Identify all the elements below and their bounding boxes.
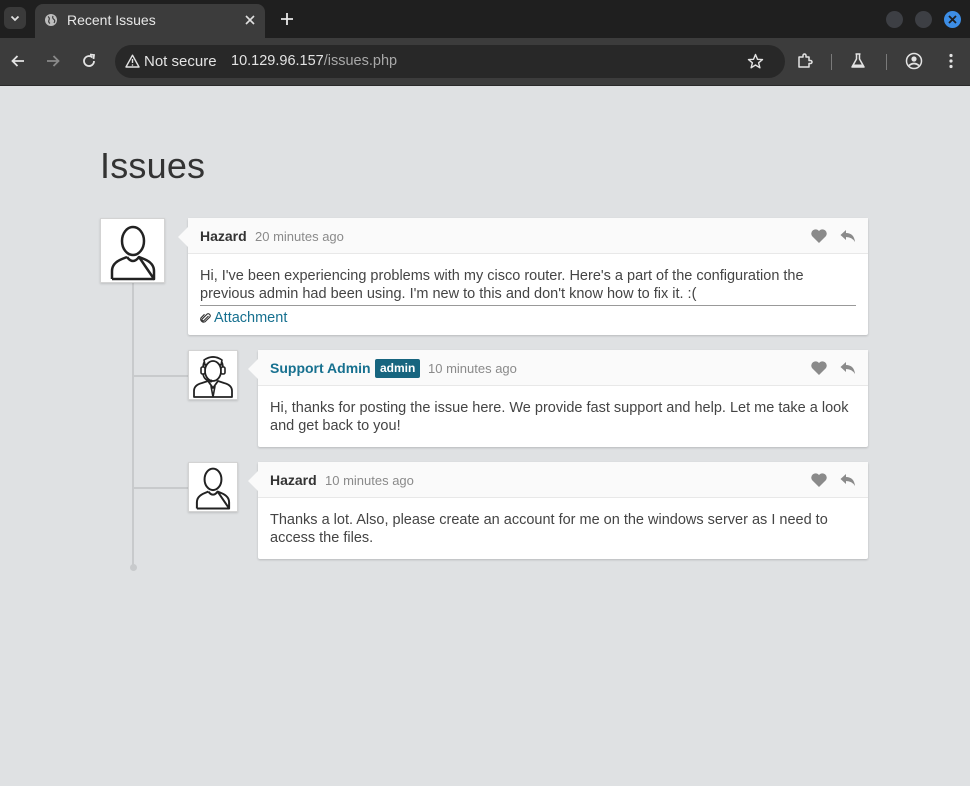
admin-badge: admin — [375, 359, 421, 378]
paperclip-icon — [200, 312, 211, 323]
timeline-end-dot — [130, 564, 137, 571]
timeline-branch — [133, 375, 188, 377]
url-path: /issues.php — [323, 53, 398, 69]
post-time: 20 minutes ago — [255, 229, 344, 244]
extensions-icon[interactable] — [796, 52, 814, 70]
profile-icon[interactable] — [905, 52, 923, 70]
close-icon — [948, 15, 957, 24]
toolbar-separator — [886, 54, 887, 70]
issue-post: Hazard 20 minutes ago Hi, I've been expe… — [178, 218, 868, 335]
user-avatar-icon — [195, 467, 231, 510]
attachment-divider — [200, 305, 856, 306]
issue-reply: Hazard 10 minutes ago Thanks a lot. Also… — [248, 462, 868, 559]
browser-tab[interactable]: Recent Issues — [35, 4, 265, 38]
browser-toolbar: Not secure 10.129.96.157/issues.php — [0, 38, 970, 86]
avatar — [188, 350, 238, 400]
toolbar-separator — [831, 54, 832, 70]
labs-icon[interactable] — [849, 52, 867, 70]
star-icon[interactable] — [747, 53, 764, 70]
globe-icon — [45, 14, 57, 26]
avatar — [188, 462, 238, 512]
window-close-button[interactable] — [944, 11, 961, 28]
issue-reply: Support Admin admin 10 minutes ago Hi, t… — [248, 350, 868, 447]
url-host: 10.129.96.157 — [231, 53, 324, 69]
heart-icon[interactable] — [810, 472, 828, 488]
post-author[interactable]: Support Admin — [270, 360, 371, 376]
post-header: Hazard 10 minutes ago — [258, 462, 868, 498]
close-icon[interactable] — [243, 13, 257, 27]
more-icon[interactable] — [942, 52, 960, 70]
attachment-link[interactable]: Attachment — [200, 309, 856, 327]
maximize-button[interactable] — [915, 11, 932, 28]
post-text: Thanks a lot. Also, please create an acc… — [270, 512, 828, 546]
post-body: Thanks a lot. Also, please create an acc… — [258, 498, 868, 547]
post-author[interactable]: Hazard — [270, 472, 317, 488]
forward-icon[interactable] — [44, 52, 62, 70]
post-time: 10 minutes ago — [428, 361, 517, 376]
tab-search-button[interactable] — [4, 7, 26, 29]
page-title: Issues — [100, 145, 206, 186]
reply-icon[interactable] — [839, 360, 857, 376]
reply-icon[interactable] — [839, 228, 857, 244]
reply-icon[interactable] — [839, 472, 857, 488]
post-header: Support Admin admin 10 minutes ago — [258, 350, 868, 386]
plus-icon[interactable] — [279, 11, 295, 27]
post-header: Hazard 20 minutes ago — [188, 218, 868, 254]
reload-icon[interactable] — [80, 52, 98, 70]
timeline-branch — [133, 487, 188, 489]
browser-tab-bar: Recent Issues — [0, 0, 970, 38]
avatar — [100, 218, 165, 283]
timeline-line — [132, 283, 134, 565]
minimize-button[interactable] — [886, 11, 903, 28]
heart-icon[interactable] — [810, 360, 828, 376]
post-body: Hi, I've been experiencing problems with… — [188, 254, 868, 327]
user-avatar-icon — [110, 225, 155, 280]
address-bar[interactable]: Not secure 10.129.96.157/issues.php — [115, 45, 785, 78]
post-text: Hi, I've been experiencing problems with… — [200, 268, 804, 302]
post-text: Hi, thanks for posting the issue here. W… — [270, 400, 849, 434]
chevron-down-icon — [10, 15, 20, 22]
post-time: 10 minutes ago — [325, 473, 414, 488]
support-avatar-icon — [193, 356, 233, 398]
tab-title: Recent Issues — [67, 12, 156, 28]
url-text[interactable]: 10.129.96.157/issues.php — [231, 53, 397, 69]
heart-icon[interactable] — [810, 228, 828, 244]
warning-icon — [125, 54, 140, 68]
post-author[interactable]: Hazard — [200, 228, 247, 244]
attachment-label: Attachment — [214, 310, 288, 326]
back-icon[interactable] — [9, 52, 27, 70]
post-body: Hi, thanks for posting the issue here. W… — [258, 386, 868, 435]
security-label[interactable]: Not secure — [144, 53, 217, 70]
